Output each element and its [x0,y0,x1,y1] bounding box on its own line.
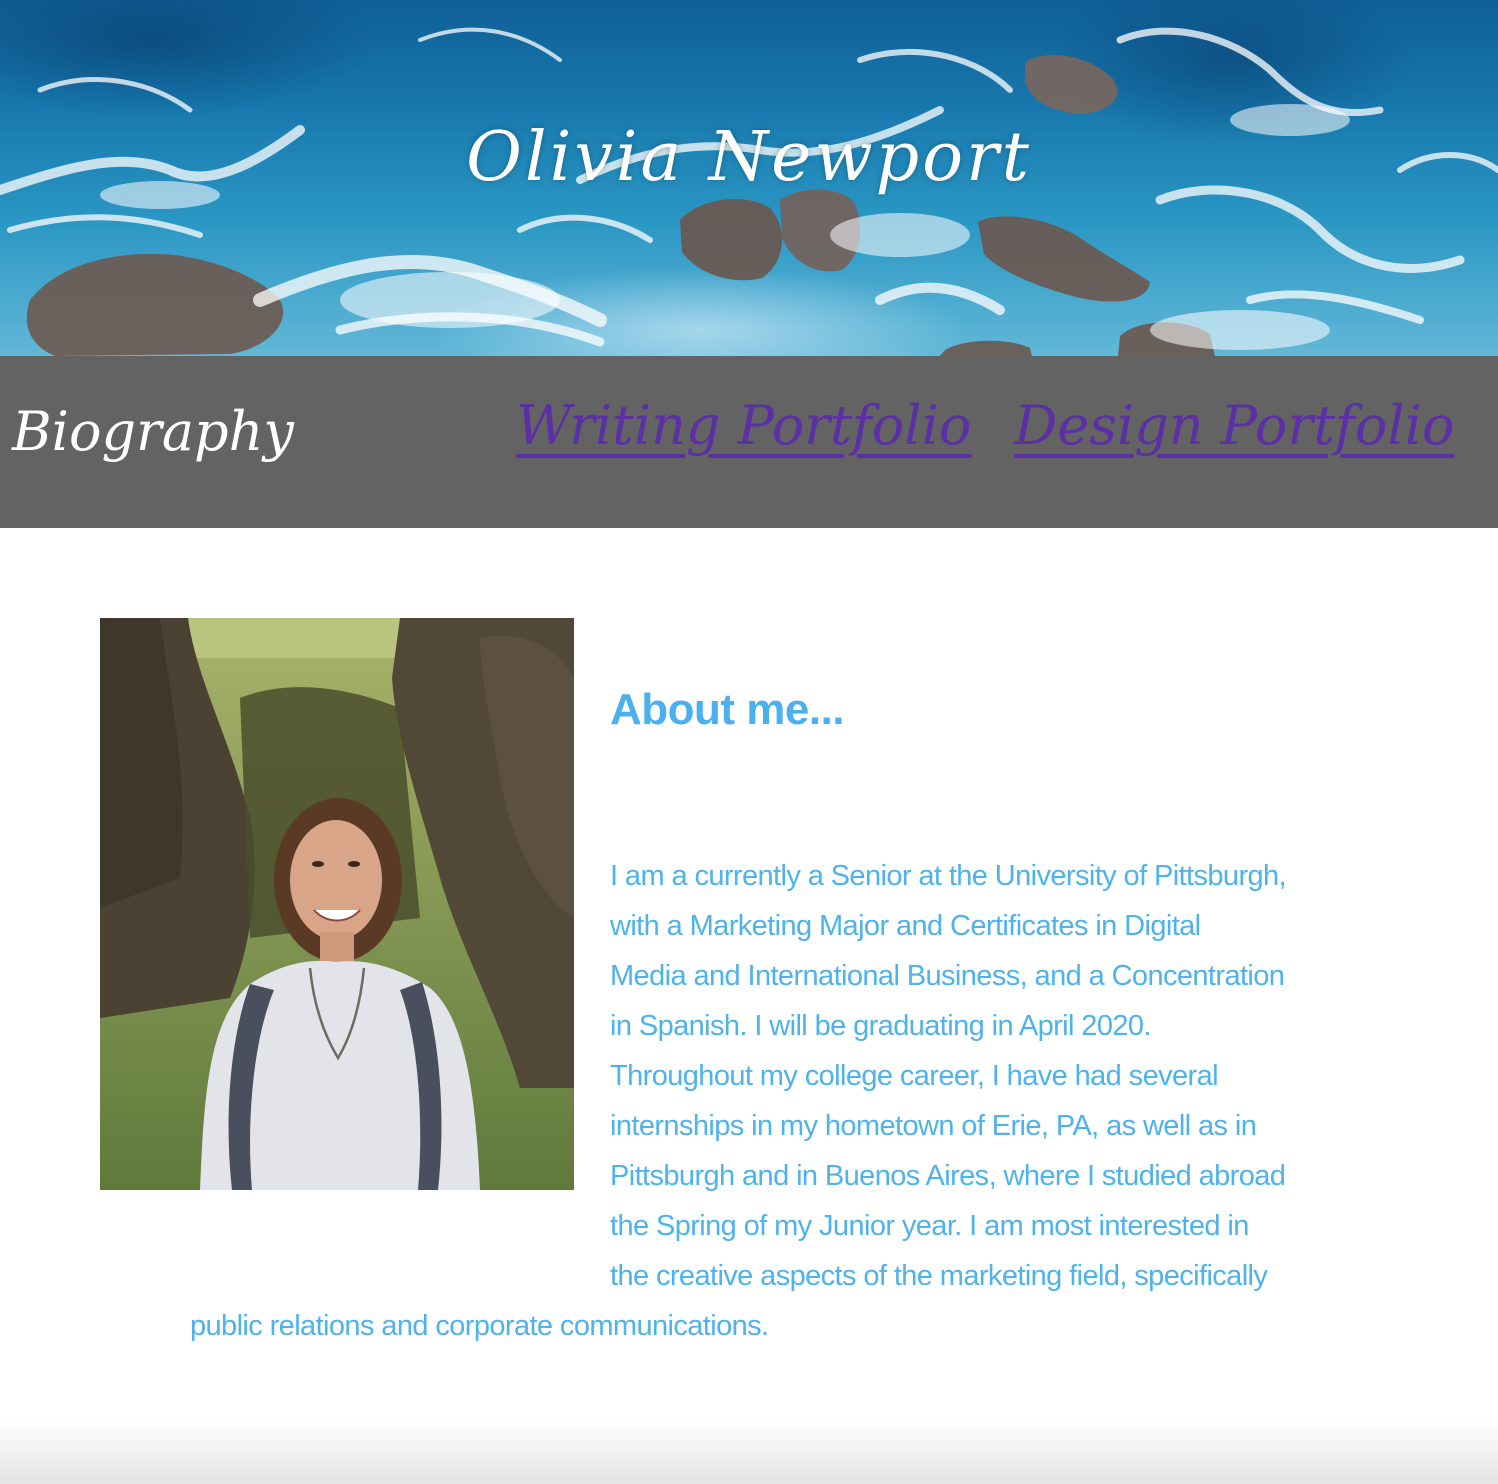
rock-right-1 [978,216,1150,302]
about-line: the creative aspects of the marketing fi… [610,1260,1268,1292]
nav-item-biography[interactable]: Biography [12,402,294,462]
profile-photo-image [100,618,574,1190]
about-line: Media and International Business, and a … [610,960,1285,992]
hero-banner: Olivia Newport [0,0,1498,356]
about-line: public relations and corporate communica… [190,1310,769,1342]
about-line: I am a currently a Senior at the Univers… [610,860,1287,892]
site-title: Olivia Newport [466,118,1032,197]
profile-photo [100,618,574,1190]
about-line: Throughout my college career, I have had… [610,1060,1219,1092]
footer-shadow [0,1420,1498,1484]
about-line: with a Marketing Major and Certificates … [610,910,1201,942]
rock-top [1025,55,1118,114]
about-line: the Spring of my Junior year. I am most … [610,1210,1249,1242]
rock-left [26,253,284,356]
nav-link-design-portfolio[interactable]: Design Portfolio [1014,396,1454,456]
about-line: Pittsburgh and in Buenos Aires, where I … [610,1160,1286,1192]
about-heading: About me... [610,685,845,734]
about-line: in Spanish. I will be graduating in Apri… [610,1010,1151,1042]
nav-link-writing-portfolio[interactable]: Writing Portfolio [516,396,971,456]
rock-bottom-mid [940,340,1032,356]
main-nav: Biography Writing Portfolio Design Portf… [0,356,1498,528]
about-line: internships in my hometown of Erie, PA, … [610,1110,1257,1142]
rock-center-1 [680,198,782,281]
page: Olivia Newport Biography Writing Portfol… [0,0,1498,1484]
